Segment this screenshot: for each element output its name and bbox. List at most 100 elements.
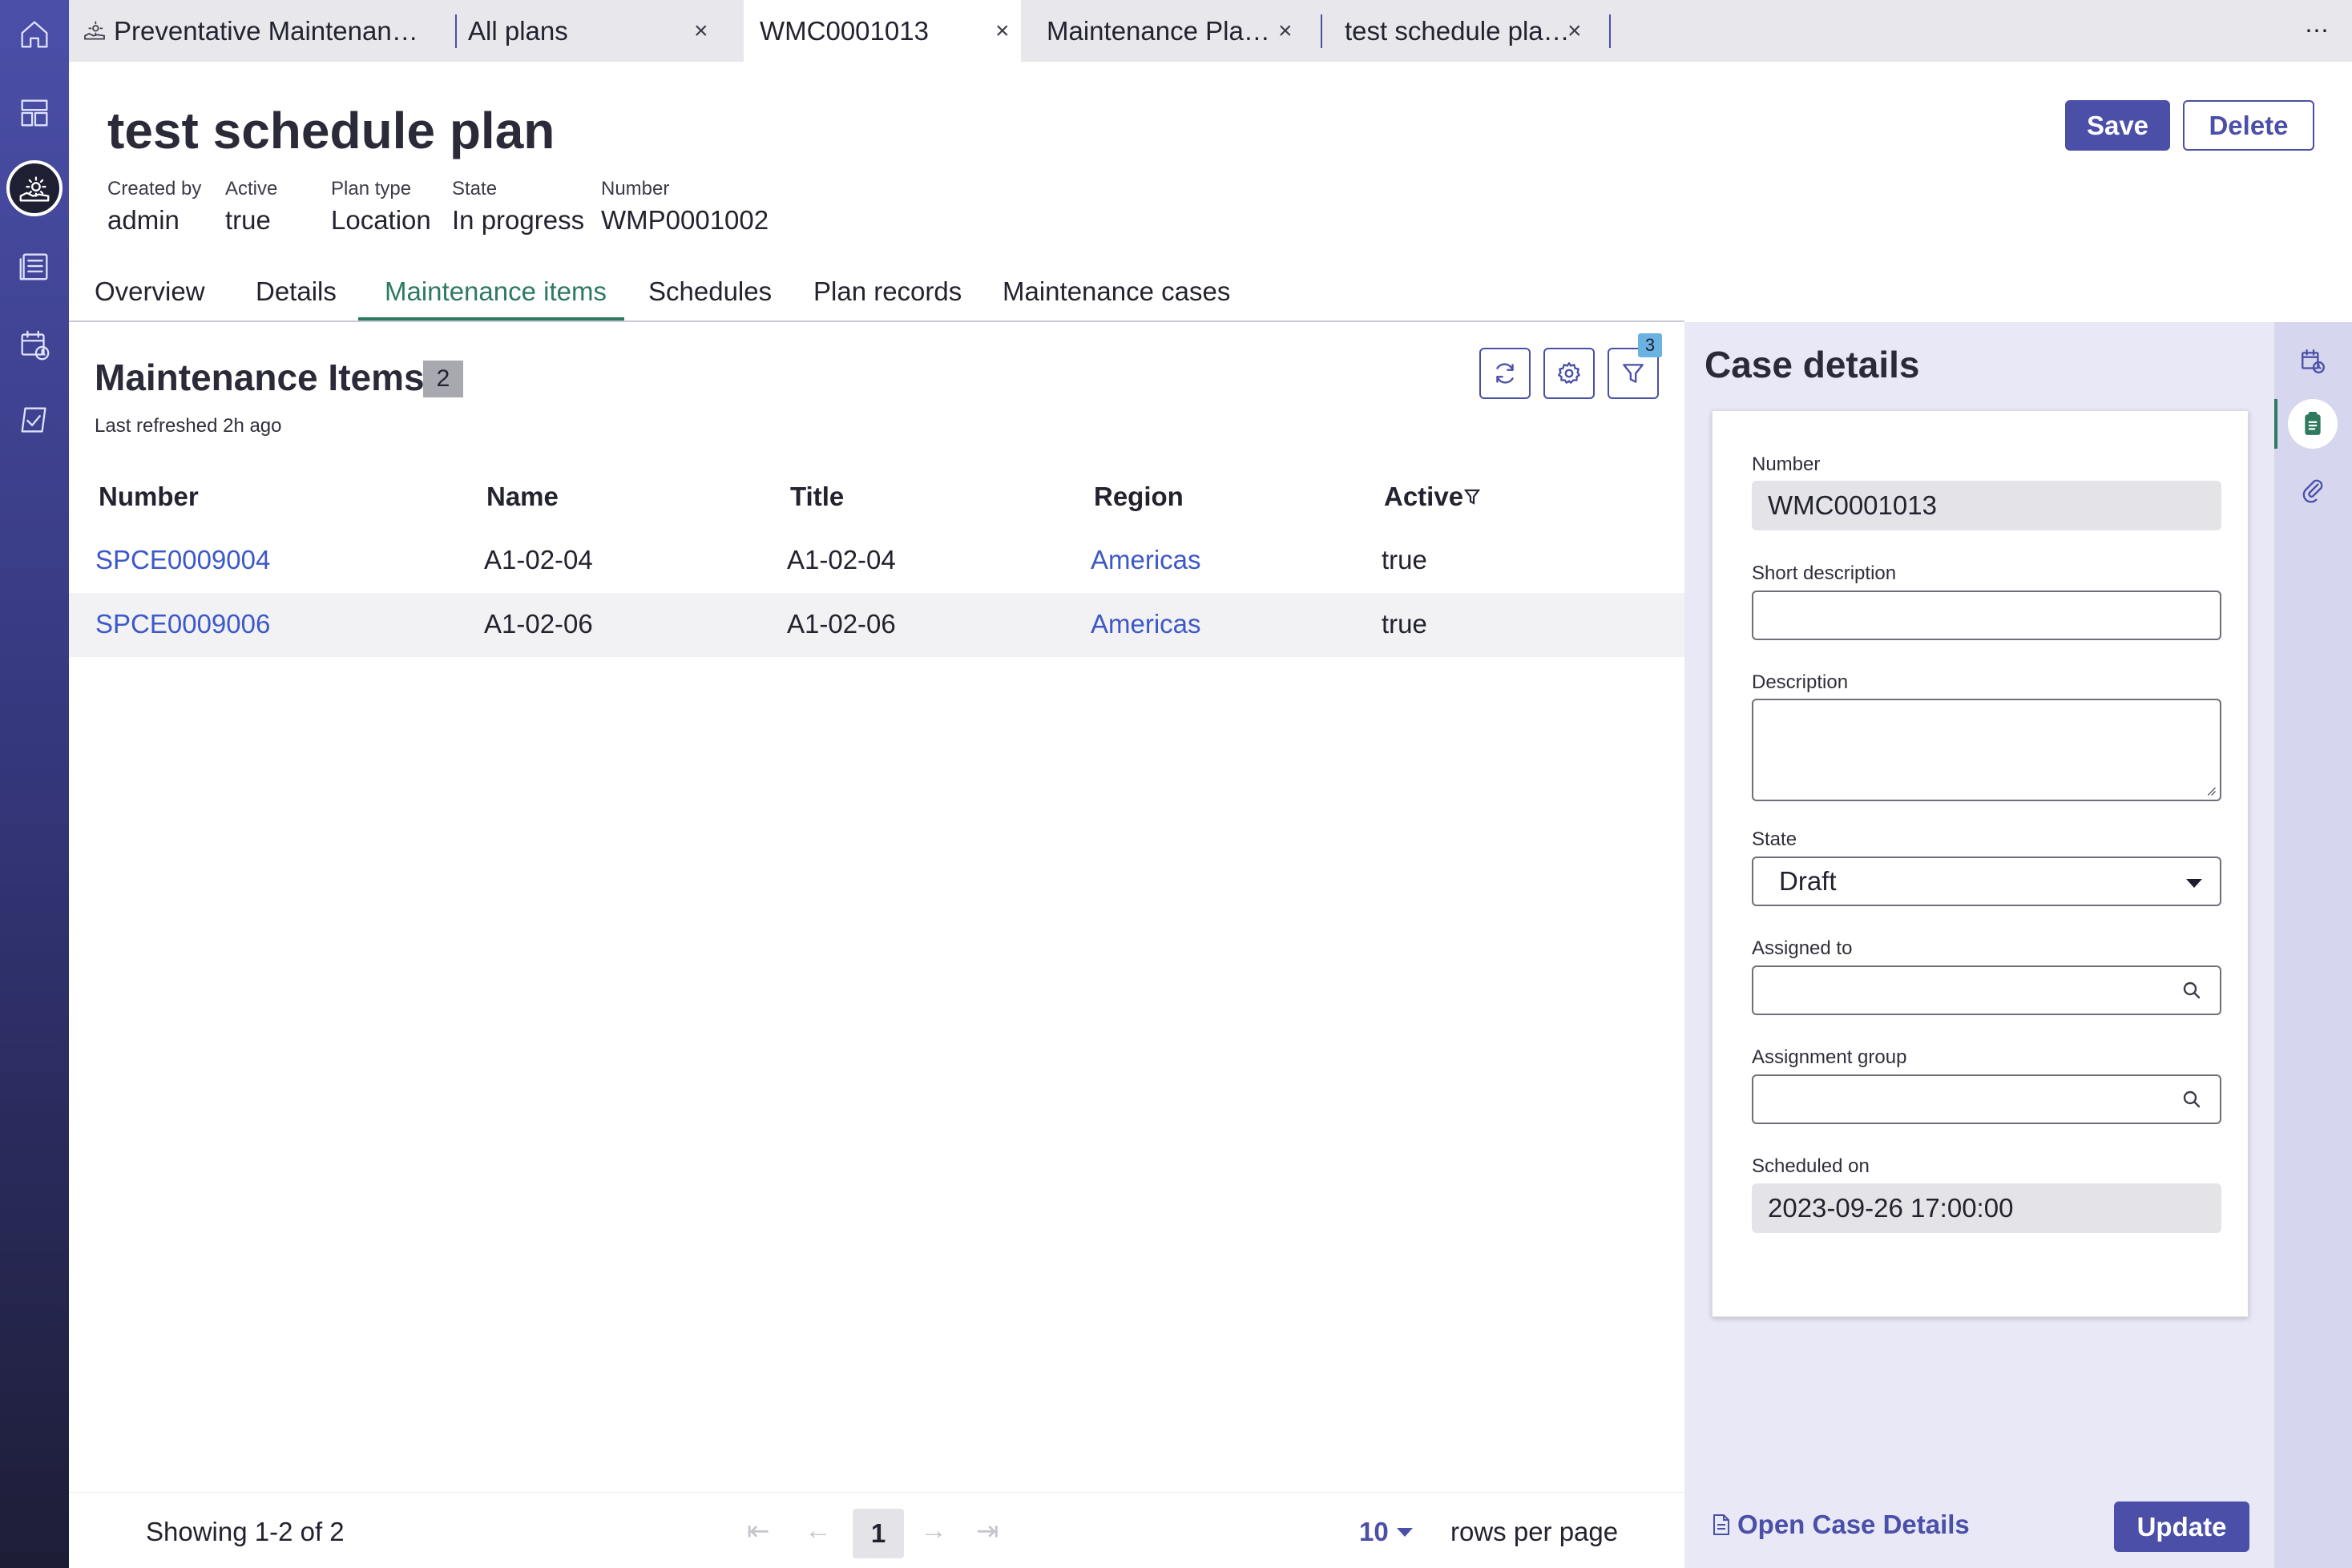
calendar-clock-icon xyxy=(2302,349,2325,373)
assignment-group-input[interactable] xyxy=(1752,1074,2221,1124)
tab-plan-records[interactable]: Plan records xyxy=(813,276,962,307)
column-filter-icon[interactable] xyxy=(1463,487,1481,506)
case-details-title: Case details xyxy=(1704,344,1920,385)
number-field-value: WMC0001013 xyxy=(1768,490,1937,520)
column-header-name[interactable]: Name xyxy=(486,482,559,512)
column-header-number[interactable]: Number xyxy=(99,482,199,512)
case-details-panel-button[interactable] xyxy=(2288,399,2338,449)
column-header-title[interactable]: Title xyxy=(790,482,844,512)
refresh-icon xyxy=(1496,363,1514,384)
active-tab-indicator xyxy=(358,317,624,320)
tab-wmc0001013[interactable]: WMC0001013 × xyxy=(744,0,1021,62)
assigned-to-input[interactable] xyxy=(1752,965,2221,1015)
row-region-link[interactable]: Americas xyxy=(1091,545,1201,575)
delete-button[interactable]: Delete xyxy=(2183,100,2314,151)
more-icon: ⋯ xyxy=(2305,18,2329,44)
number-field-label: Number xyxy=(1752,453,1821,475)
dashboard-nav-button[interactable] xyxy=(6,85,63,141)
first-page-icon[interactable]: ⇤ xyxy=(747,1515,770,1547)
reports-nav-button[interactable] xyxy=(6,393,63,449)
description-label: Description xyxy=(1752,671,1849,693)
state-select[interactable]: Draft xyxy=(1752,857,2221,906)
tab-label: Preventative Maintenan… xyxy=(114,15,418,46)
document-icon xyxy=(1713,1514,1729,1535)
maintenance-gear-icon xyxy=(84,21,105,40)
maintenance-gear-icon xyxy=(19,176,50,202)
short-description-input[interactable] xyxy=(1752,591,2221,640)
tab-divider-line xyxy=(69,320,1684,322)
update-button[interactable]: Update xyxy=(2114,1501,2249,1552)
state-value: Draft xyxy=(1779,866,1837,896)
open-case-details-label: Open Case Details xyxy=(1737,1510,1970,1539)
schedule-nav-button[interactable] xyxy=(6,317,63,373)
resize-handle-icon[interactable] xyxy=(2205,785,2217,796)
meta-value-created-by: admin xyxy=(107,205,180,235)
tab-schedules[interactable]: Schedules xyxy=(648,276,772,307)
column-header-region[interactable]: Region xyxy=(1094,482,1184,512)
table-row[interactable]: SPCE0009004 A1-02-04 A1-02-04 Americas t… xyxy=(69,529,1684,593)
pagination-bar: Showing 1-2 of 2 ⇤ ← 1 → ⇥ 10 rows per p… xyxy=(69,1492,1684,1568)
side-active-indicator xyxy=(2274,399,2277,449)
home-nav-button[interactable] xyxy=(6,6,63,62)
meta-value-number: WMP0001002 xyxy=(601,205,769,235)
table-row[interactable]: SPCE0009006 A1-02-06 A1-02-06 Americas t… xyxy=(69,593,1684,657)
tab-maintenance-plans[interactable]: Maintenance Pla… × xyxy=(1034,0,1309,62)
assigned-to-label: Assigned to xyxy=(1752,937,1853,959)
row-title: A1-02-04 xyxy=(787,545,896,574)
maintenance-nav-button[interactable] xyxy=(6,160,63,216)
search-icon[interactable] xyxy=(2181,980,2202,1001)
meta-value-plan-type: Location xyxy=(331,205,431,235)
row-active: true xyxy=(1382,545,1427,574)
layout-icon xyxy=(21,99,48,127)
meta-value-state: In progress xyxy=(452,205,585,235)
refresh-button[interactable] xyxy=(1479,348,1531,399)
filter-icon xyxy=(1623,364,1644,383)
tab-strip: Preventative Maintenan… All plans × WMC0… xyxy=(69,0,2352,62)
current-page-button[interactable]: 1 xyxy=(853,1509,904,1558)
attachments-panel-button[interactable] xyxy=(2288,465,2338,514)
meta-label-plan-type: Plan type xyxy=(331,178,412,200)
close-tab-icon[interactable]: × xyxy=(995,18,1010,45)
next-page-icon[interactable]: → xyxy=(920,1515,947,1546)
row-number-link[interactable]: SPCE0009006 xyxy=(95,609,270,639)
column-header-active[interactable]: Active xyxy=(1384,482,1463,512)
row-name: A1-02-06 xyxy=(484,609,593,639)
tab-maintenance-items[interactable]: Maintenance items xyxy=(385,276,607,307)
schedule-panel-button[interactable] xyxy=(2288,337,2338,386)
close-tab-icon[interactable]: × xyxy=(694,18,708,45)
chart-check-icon xyxy=(21,407,46,433)
settings-button[interactable] xyxy=(1543,348,1595,399)
tab-maintenance-cases[interactable]: Maintenance cases xyxy=(1003,276,1230,307)
tab-test-schedule-plan[interactable]: test schedule pla… × xyxy=(1322,0,1612,62)
nav-rail xyxy=(0,0,69,1568)
tab-preventative-maintenance[interactable]: Preventative Maintenan… xyxy=(69,0,454,62)
open-case-details-link[interactable]: Open Case Details xyxy=(1712,1510,1970,1540)
tab-overview[interactable]: Overview xyxy=(95,276,205,307)
showing-count-text: Showing 1-2 of 2 xyxy=(146,1517,345,1546)
rows-per-page-label: rows per page xyxy=(1450,1517,1619,1546)
state-label: State xyxy=(1752,828,1797,850)
row-active: true xyxy=(1382,609,1427,639)
search-icon[interactable] xyxy=(2181,1089,2202,1110)
close-tab-icon[interactable]: × xyxy=(1567,18,1582,45)
tab-divider xyxy=(1609,14,1611,48)
tab-details[interactable]: Details xyxy=(256,276,337,307)
gear-icon xyxy=(1558,362,1580,384)
rows-per-page-select[interactable]: 10 xyxy=(1359,1517,1413,1547)
row-title: A1-02-06 xyxy=(787,609,896,639)
previous-page-icon[interactable]: ← xyxy=(805,1515,832,1546)
last-page-icon[interactable]: ⇥ xyxy=(976,1515,999,1547)
tab-all-plans[interactable]: All plans × xyxy=(457,0,731,62)
filter-count-badge: 3 xyxy=(1638,333,1662,357)
row-number-link[interactable]: SPCE0009004 xyxy=(95,545,270,575)
more-tabs-menu[interactable]: ⋯ xyxy=(2305,0,2345,62)
records-nav-button[interactable] xyxy=(6,239,63,295)
row-region-link[interactable]: Americas xyxy=(1091,609,1201,639)
save-button[interactable]: Save xyxy=(2065,100,2170,151)
description-textarea[interactable] xyxy=(1752,699,2221,801)
assignment-group-label: Assignment group xyxy=(1752,1046,1907,1068)
number-field: WMC0001013 xyxy=(1752,481,2221,530)
meta-value-active: true xyxy=(225,205,271,235)
close-tab-icon[interactable]: × xyxy=(1278,18,1293,45)
chevron-down-icon xyxy=(1396,1527,1413,1537)
